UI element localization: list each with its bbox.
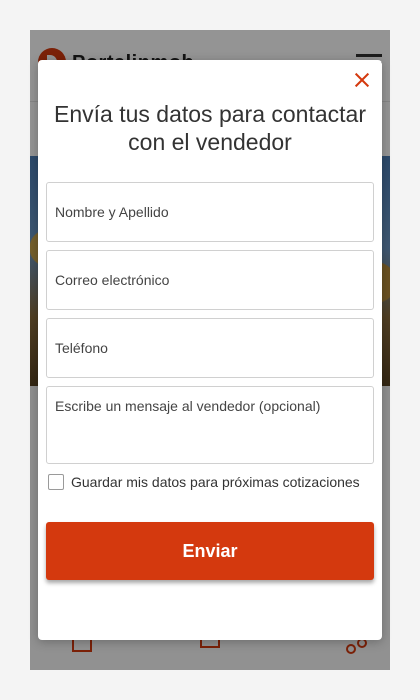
modal-title: Envía tus datos para contactar con el ve… [54,101,366,155]
phone-field[interactable] [46,318,374,378]
name-field[interactable] [46,182,374,242]
submit-button[interactable]: Enviar [46,522,374,580]
save-data-checkbox-label: Guardar mis datos para próximas cotizaci… [71,474,360,490]
close-icon[interactable] [352,70,372,90]
contact-modal: Envía tus datos para contactar con el ve… [38,60,382,640]
message-field[interactable] [46,386,374,464]
save-data-checkbox[interactable] [48,474,64,490]
email-field[interactable] [46,250,374,310]
